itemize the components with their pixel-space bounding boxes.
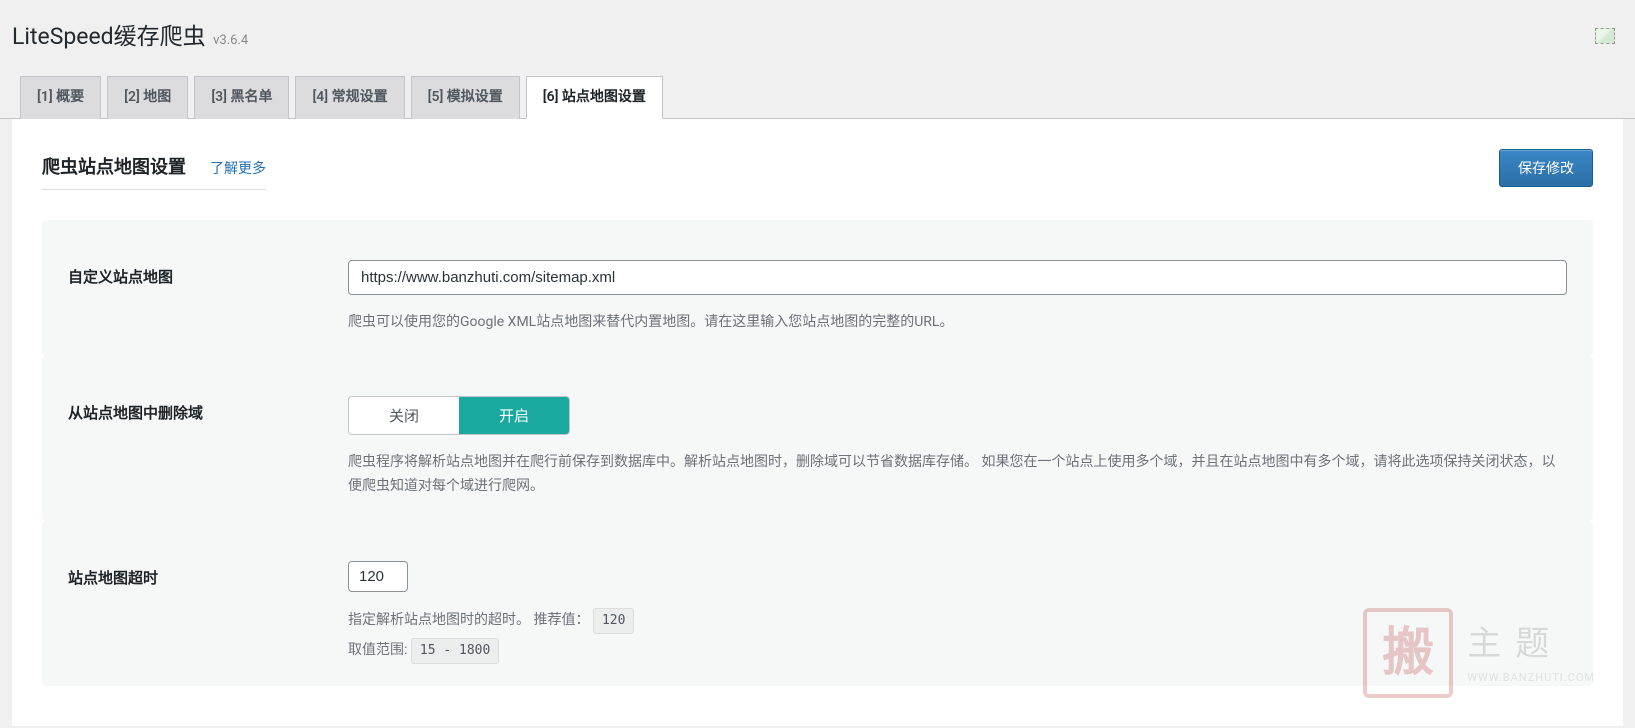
range-prefix: 取值范围: <box>348 642 407 658</box>
page-title: LiteSpeed缓存爬虫 <box>12 23 206 50</box>
tab-general-settings[interactable]: [4] 常规设置 <box>295 76 404 119</box>
range-value: 15 - 1800 <box>411 638 499 664</box>
input-custom-sitemap[interactable] <box>348 260 1567 295</box>
version-label: v3.6.4 <box>213 33 248 48</box>
input-sitemap-timeout[interactable] <box>348 561 408 592</box>
learn-more-link[interactable]: 了解更多 <box>210 159 266 180</box>
recommended-value: 120 <box>593 608 634 634</box>
tab-sitemap-settings[interactable]: [6] 站点地图设置 <box>526 76 663 119</box>
tab-simulate-settings[interactable]: [5] 模拟设置 <box>411 76 520 119</box>
label-custom-sitemap: 自定义站点地图 <box>68 260 328 335</box>
tab-map[interactable]: [2] 地图 <box>107 76 188 119</box>
section-title: 爬虫站点地图设置 <box>42 154 186 181</box>
toggle-drop-domain: 关闭 开启 <box>348 396 570 435</box>
toggle-on[interactable]: 开启 <box>459 397 569 434</box>
tab-overview[interactable]: [1] 概要 <box>20 76 101 119</box>
helper-timeout-prefix: 指定解析站点地图时的超时。 推荐值： <box>348 612 589 628</box>
row-drop-domain: 从站点地图中删除域 关闭 开启 爬虫程序将解析站点地图并在爬行前保存到数据库中。… <box>42 356 1593 521</box>
label-drop-domain: 从站点地图中删除域 <box>68 396 328 499</box>
broken-image-icon <box>1595 28 1615 44</box>
label-sitemap-timeout: 站点地图超时 <box>68 561 328 664</box>
helper-drop-domain: 爬虫程序将解析站点地图并在爬行前保存到数据库中。解析站点地图时，删除域可以节省数… <box>348 451 1567 499</box>
tab-bar: [1] 概要 [2] 地图 [3] 黑名单 [4] 常规设置 [5] 模拟设置 … <box>0 65 1635 119</box>
save-button[interactable]: 保存修改 <box>1499 149 1593 187</box>
tab-blacklist[interactable]: [3] 黑名单 <box>194 76 289 119</box>
content-panel: 爬虫站点地图设置 了解更多 保存修改 自定义站点地图 爬虫可以使用您的Googl… <box>12 119 1623 727</box>
helper-custom-sitemap: 爬虫可以使用您的Google XML站点地图来替代内置地图。请在这里输入您站点地… <box>348 311 1567 335</box>
row-custom-sitemap: 自定义站点地图 爬虫可以使用您的Google XML站点地图来替代内置地图。请在… <box>42 220 1593 357</box>
toggle-off[interactable]: 关闭 <box>349 397 459 434</box>
row-sitemap-timeout: 站点地图超时 指定解析站点地图时的超时。 推荐值： 120 取值范围: 15 -… <box>42 521 1593 686</box>
